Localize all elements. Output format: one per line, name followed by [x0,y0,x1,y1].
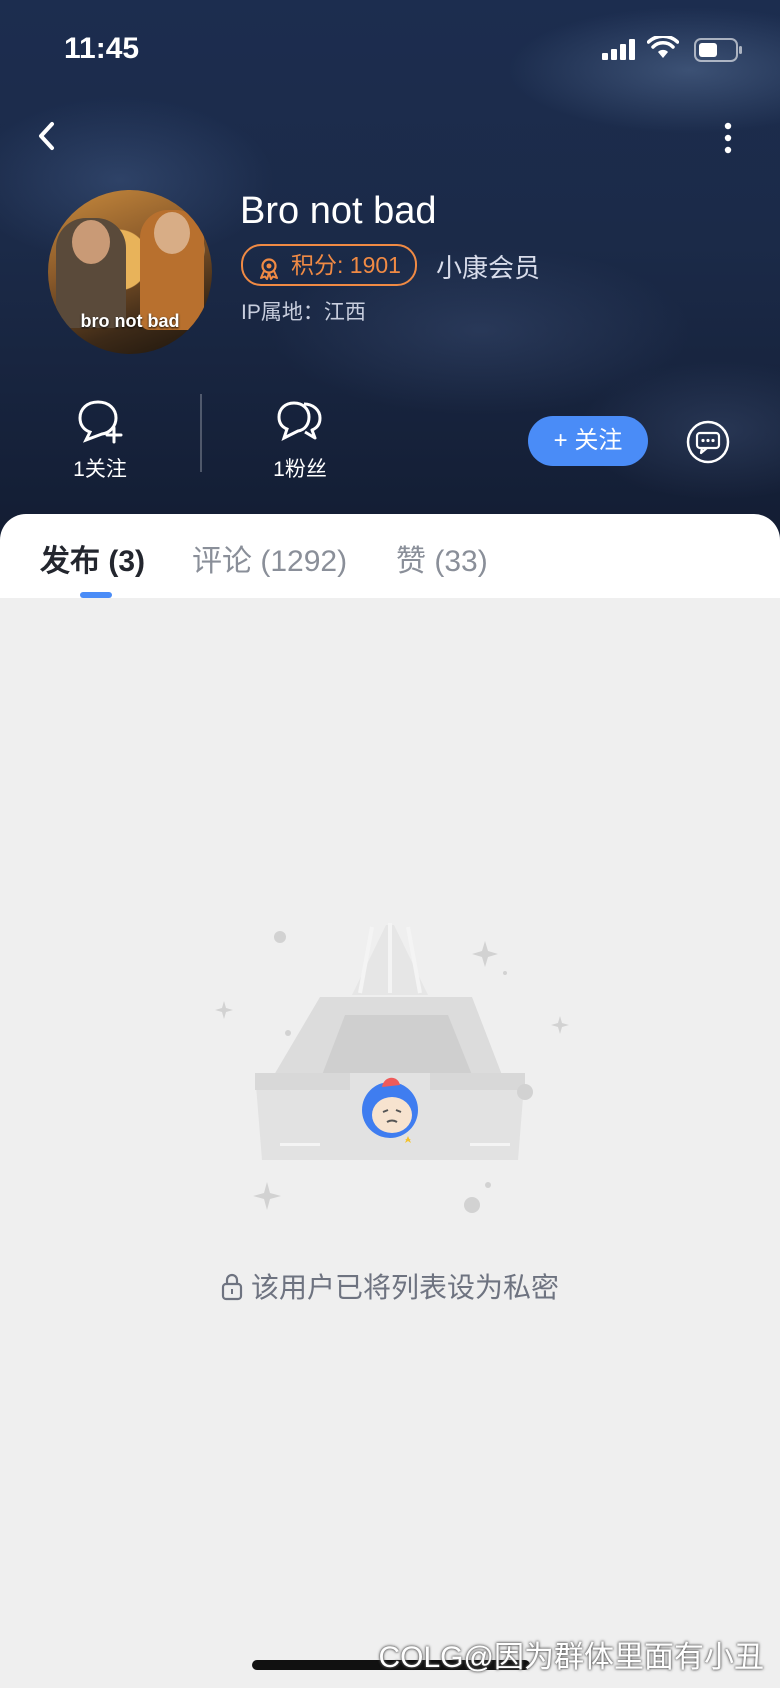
avatar[interactable]: bro not bad [48,190,212,354]
profile-tabs: 发布 (3) 评论 (1292) 赞 (33) [0,514,780,598]
profile-header: 11:45 bro not bad Bro not bad 积分: 1901 小… [0,0,780,540]
signal-icon [602,38,636,65]
follow-user-icon [74,400,126,448]
followers-count: 1粉丝 [273,458,327,481]
follow-button[interactable]: + 关注 [528,416,648,466]
lock-icon [221,1273,243,1308]
avatar-caption: bro not bad [80,311,180,331]
watermark-text: @因为群体里面有小丑 [463,1641,764,1674]
fans-icon [274,401,326,448]
watermark-logo: COLG [378,1641,464,1674]
battery-icon [694,38,744,67]
status-bar: 11:45 [0,28,780,72]
username: Bro not bad [240,190,437,232]
points-badge[interactable]: 积分: 1901 [241,244,417,286]
points-label: 积分: 1901 [291,252,401,278]
ip-location: IP属地：江西 [241,301,366,324]
message-icon[interactable] [686,420,730,464]
tab-indicator [80,592,112,598]
following-stat[interactable]: 1关注 [40,398,160,483]
back-icon[interactable] [32,118,62,154]
stat-divider [200,394,202,472]
member-label[interactable]: 小康会员 [436,248,540,285]
empty-state-text: 该用户已将列表设为私密 [250,1272,559,1303]
following-count: 1关注 [73,458,127,481]
wifi-icon [646,34,680,65]
followers-stat[interactable]: 1粉丝 [240,398,360,483]
empty-state-illustration [200,915,580,1215]
status-time: 11:45 [64,32,140,65]
empty-state-message: 该用户已将列表设为私密 [0,1266,780,1308]
medal-icon [257,253,281,291]
tab-comments[interactable]: 评论 (1292) [192,536,347,580]
tab-likes[interactable]: 赞 (33) [396,536,488,580]
watermark: COLG@因为群体里面有小丑 [379,1632,765,1676]
tab-posts[interactable]: 发布 (3) [40,536,145,580]
more-icon[interactable] [718,118,738,158]
